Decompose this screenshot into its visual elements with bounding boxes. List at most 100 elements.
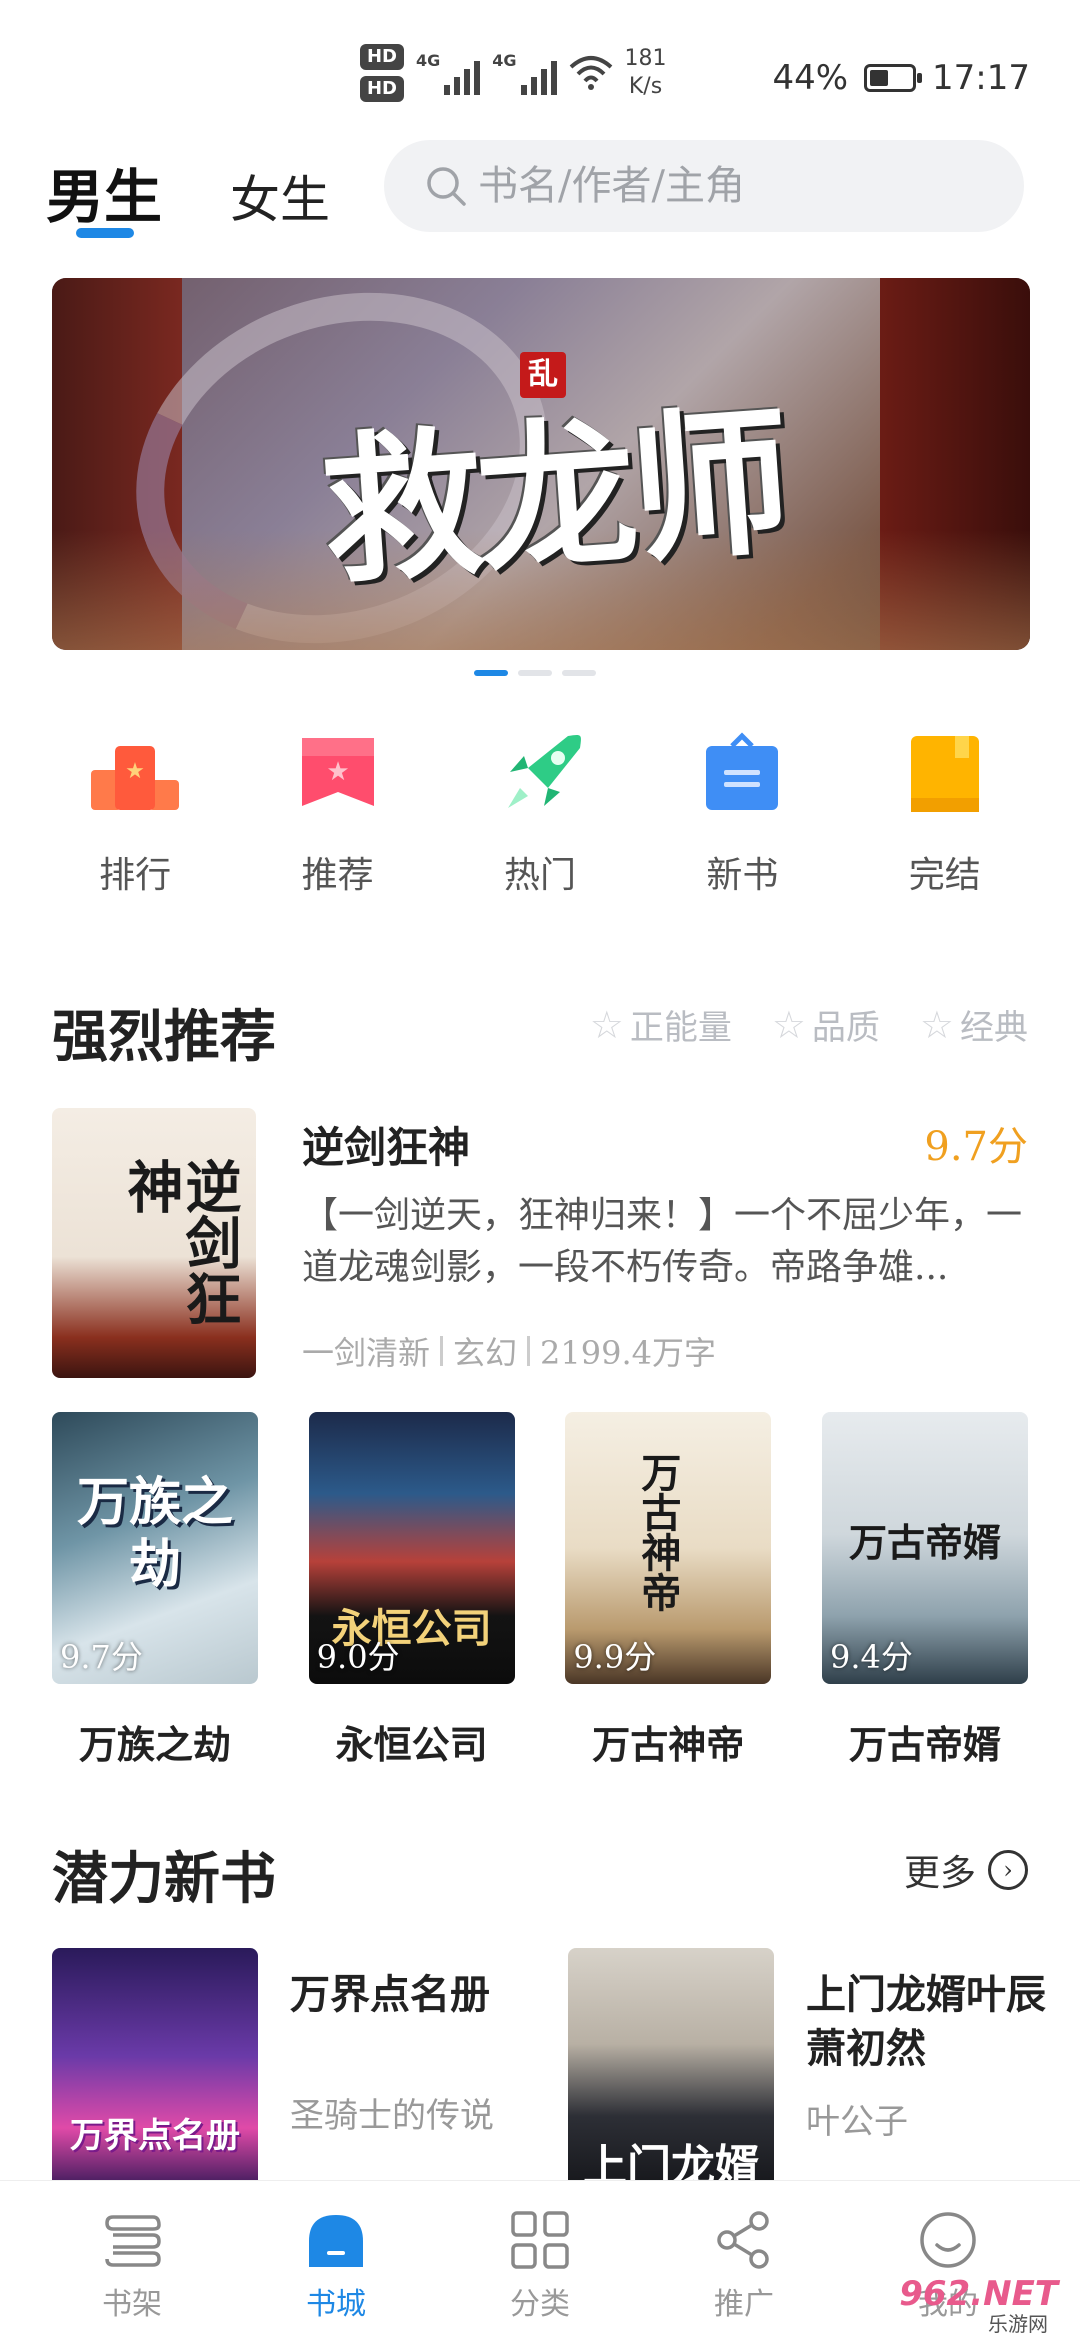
- book-author: 叶公子: [806, 2102, 908, 2142]
- banner-carousel[interactable]: 救龙师 乱: [52, 278, 1030, 650]
- book-card[interactable]: 万古帝婿 9.4分 万古帝婿: [821, 1412, 1028, 1769]
- nav-promote[interactable]: 推广: [664, 2181, 824, 2340]
- pagination-dot[interactable]: [474, 670, 508, 676]
- nav-label: 书架: [102, 2287, 162, 2322]
- category-recommend[interactable]: ★ 推荐: [258, 726, 418, 898]
- category-label: 完结: [908, 855, 981, 896]
- category-new-book[interactable]: 新书: [662, 726, 822, 898]
- pagination-dot[interactable]: [518, 670, 552, 676]
- book-author: 圣骑士的传说: [290, 2096, 494, 2136]
- clock: 17:17: [932, 58, 1030, 98]
- bottom-navigation: 书架 书城 分类 推广 我的 962.NET 乐游网: [0, 2180, 1080, 2340]
- banner-seal: 乱: [520, 352, 566, 398]
- nav-bookstore[interactable]: 书城: [256, 2181, 416, 2340]
- tag-classic[interactable]: ☆ 经典: [920, 1000, 1028, 1049]
- divider: [440, 1336, 444, 1366]
- book-title: 永恒公司: [335, 1722, 488, 1767]
- featured-book[interactable]: 逆剑狂神 逆剑狂神 9.7分 【一剑逆天，狂神归来！】一个不屈少年，一道龙魂剑影…: [52, 1108, 1028, 1378]
- book-description: 【一剑逆天，狂神归来！】一个不屈少年，一道龙魂剑影，一段不朽传奇。帝路争雄...: [302, 1195, 1023, 1288]
- nav-bookshelf[interactable]: 书架: [52, 2181, 212, 2340]
- book-score: 9.9分: [573, 1638, 657, 1676]
- watermark-subtext: 乐游网: [988, 2312, 1048, 2336]
- book-cover: 万族之劫 9.7分: [52, 1412, 258, 1684]
- book-meta: 一剑清新 玄幻 2199.4万字: [302, 1328, 716, 1374]
- book-title: 万古帝婿: [848, 1722, 1001, 1767]
- recommend-icon: ★: [301, 738, 374, 806]
- site-watermark: 962.NET 乐游网: [899, 2274, 1068, 2336]
- new-book-icon: [706, 732, 779, 810]
- cover-title: 逆剑狂神: [118, 1158, 242, 1326]
- category-shortcuts: ★ 排行 ★ 推荐 热门 新书 完结: [0, 726, 1080, 898]
- category-hot[interactable]: 热门: [460, 726, 620, 898]
- section-title-new: 潜力新书: [52, 1846, 276, 1912]
- status-right: 44% 17:17: [772, 58, 1030, 98]
- category-label: 推荐: [301, 855, 374, 896]
- category-ranking[interactable]: ★ 排行: [55, 726, 215, 898]
- book-title: 万族之劫: [78, 1722, 231, 1767]
- cover-title: 万古帝婿: [848, 1520, 1001, 1565]
- book-card[interactable]: 万古神帝 9.9分 万古神帝: [565, 1412, 772, 1769]
- svg-text:★: ★: [326, 757, 349, 787]
- pagination-dot[interactable]: [562, 670, 596, 676]
- battery-icon: [864, 64, 923, 92]
- more-button[interactable]: 更多 ›: [904, 1844, 1028, 1896]
- book-cover: 万古帝婿 9.4分: [821, 1412, 1028, 1684]
- category-label: 排行: [99, 855, 172, 896]
- finished-icon: [910, 736, 979, 812]
- banner-pagination: [474, 670, 596, 676]
- share-icon: [717, 2211, 769, 2269]
- book-cover: 逆剑狂神: [52, 1108, 256, 1378]
- search-input[interactable]: [478, 163, 978, 209]
- category-label: 新书: [706, 855, 779, 896]
- book-score: 9.4分: [829, 1638, 913, 1676]
- divider: [527, 1336, 531, 1366]
- recommend-book-grid: 万族之劫 9.7分 万族之劫 永恒公司 9.0分 永恒公司 万古神帝 9.9分 …: [52, 1412, 1028, 1769]
- tag-label: 经典: [960, 1008, 1028, 1048]
- top-header: 男生 女生: [0, 140, 1080, 250]
- new-book-card[interactable]: 万界点名册 万界点名册 圣骑士的传说: [52, 1948, 552, 2188]
- nav-category[interactable]: 分类: [460, 2181, 620, 2340]
- nav-label: 推广: [714, 2287, 774, 2322]
- cover-title: 万古神帝: [634, 1452, 682, 1612]
- tab-female[interactable]: 女生: [230, 160, 330, 232]
- network-type-1: 4G: [416, 51, 441, 70]
- hd-indicators: HD 1 HD 2: [360, 44, 404, 125]
- hd1-icon: HD 1: [360, 44, 404, 93]
- book-score: 9.0分: [316, 1638, 400, 1676]
- tag-label: 正能量: [629, 1008, 732, 1048]
- ranking-icon: ★: [91, 746, 180, 810]
- book-cover: 万界点名册: [52, 1948, 258, 2188]
- star-icon: ☆: [919, 1002, 954, 1047]
- bookstore-icon: [309, 2215, 363, 2267]
- new-book-card[interactable]: 上门龙婿 上门龙婿叶辰萧初然 叶公子: [568, 1948, 1046, 2188]
- profile-icon: [920, 2212, 976, 2268]
- star-icon: ☆: [771, 1002, 806, 1047]
- rocket-icon: [507, 735, 581, 808]
- more-label: 更多: [903, 1853, 976, 1894]
- book-card[interactable]: 永恒公司 9.0分 永恒公司: [308, 1412, 515, 1769]
- recommend-tags: ☆ 正能量 ☆ 品质 ☆ 经典: [590, 1000, 1028, 1049]
- book-title: 逆剑狂神: [302, 1123, 471, 1172]
- search-bar[interactable]: [384, 140, 1024, 232]
- bookshelf-icon: [105, 2215, 161, 2267]
- book-card[interactable]: 万族之劫 9.7分 万族之劫: [52, 1412, 258, 1769]
- hd2-icon: HD 2: [360, 76, 404, 125]
- tab-male[interactable]: 男生: [46, 150, 162, 234]
- book-cover: 永恒公司 9.0分: [308, 1412, 515, 1684]
- book-title: 上门龙婿叶辰萧初然: [806, 1971, 1046, 2072]
- wifi-icon: [569, 56, 612, 90]
- tag-positive[interactable]: ☆ 正能量: [590, 1000, 732, 1049]
- book-cover: 上门龙婿: [568, 1948, 774, 2188]
- battery-percent: 44%: [772, 58, 849, 98]
- book-words: 2199.4万字: [540, 1334, 717, 1372]
- book-genre: 玄幻: [453, 1334, 518, 1372]
- nav-label: 分类: [510, 2287, 570, 2322]
- book-title: 万古神帝: [592, 1722, 745, 1767]
- signal-1-icon: 4G: [416, 51, 481, 95]
- book-score: 9.7分: [924, 1124, 1028, 1170]
- search-icon: [427, 167, 466, 206]
- tag-quality[interactable]: ☆ 品质: [772, 1000, 880, 1049]
- book-title: 万界点名册: [290, 1971, 490, 2018]
- category-finished[interactable]: 完结: [865, 726, 1025, 898]
- nav-label: 书城: [306, 2287, 366, 2322]
